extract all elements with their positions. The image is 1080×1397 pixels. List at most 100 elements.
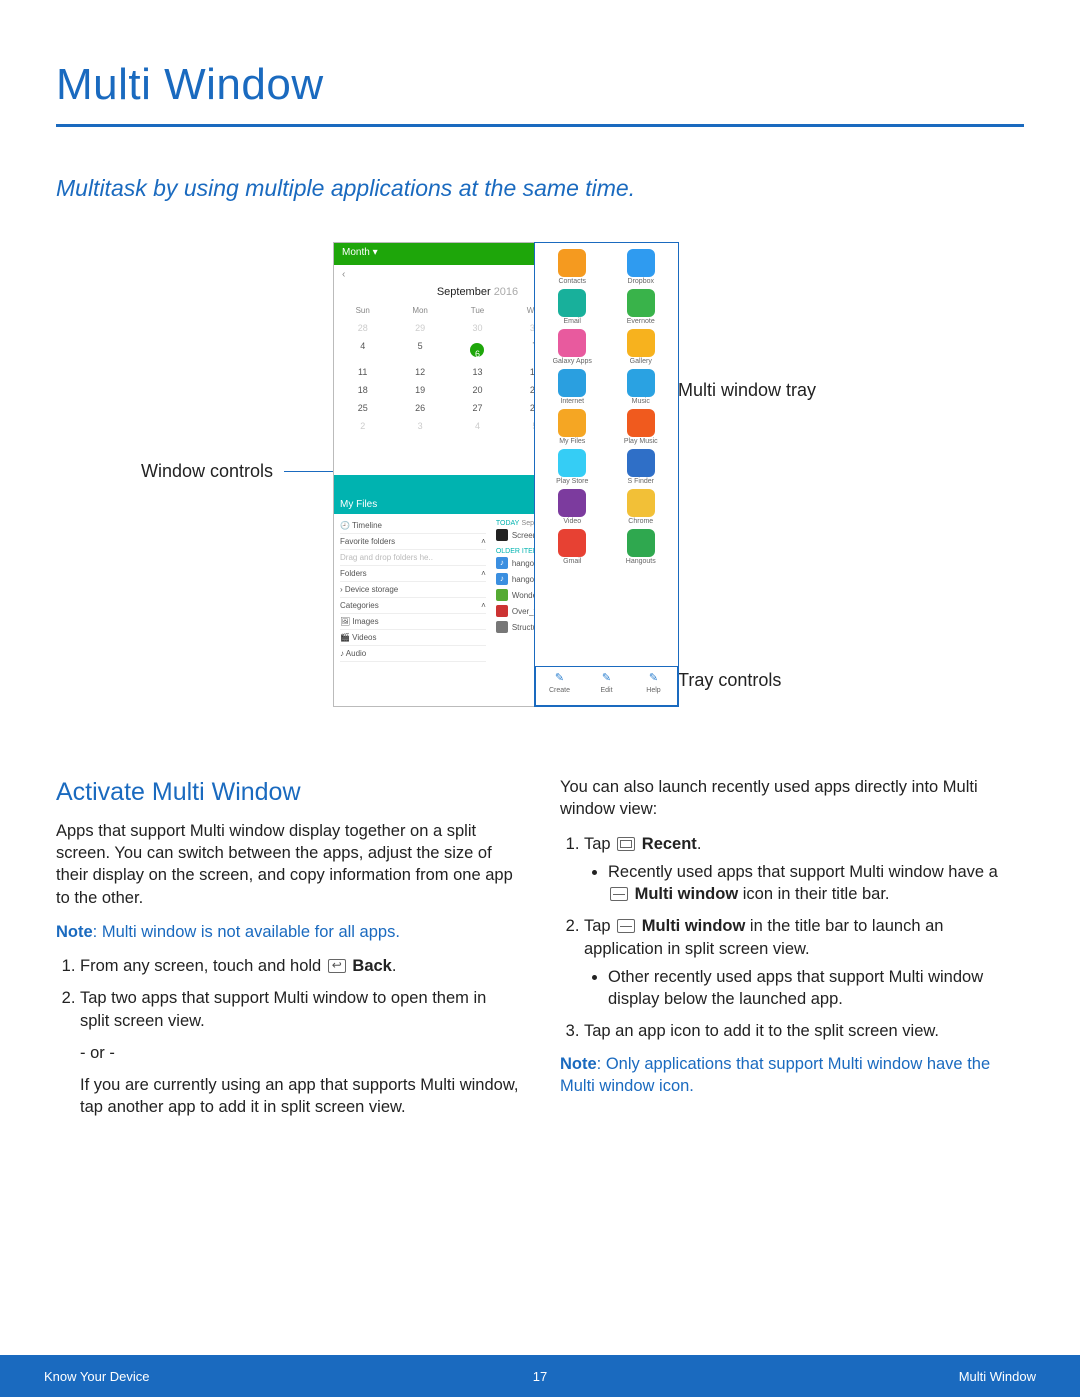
tray-app: Gmail	[539, 527, 606, 565]
note: Note: Only applications that support Mul…	[560, 1053, 1024, 1098]
cal-year: 2016	[494, 286, 518, 298]
cal-day-header: Sun	[334, 302, 391, 319]
tray-help: Help	[630, 667, 677, 705]
cal-cell: 29	[391, 319, 448, 337]
list-item: Tap Recent. Recently used apps that supp…	[584, 833, 1024, 906]
note-label: Note	[560, 1055, 597, 1073]
or-separator: - or -	[80, 1042, 520, 1064]
tray-app: Internet	[539, 367, 606, 405]
files-nav-row: Categories˄	[340, 598, 486, 614]
files-nav-row: Folders˄	[340, 566, 486, 582]
note-label: Note	[56, 923, 93, 941]
step-text: From any screen, touch and hold	[80, 957, 326, 975]
cal-cell: 13	[449, 363, 506, 381]
title-rule	[56, 124, 1024, 127]
tray-app: Contacts	[539, 247, 606, 285]
section-heading: Activate Multi Window	[56, 776, 520, 810]
step-bold: Recent	[642, 835, 697, 853]
step-text: Tap	[584, 835, 615, 853]
subtitle: Multitask by using multiple applications…	[56, 175, 1024, 202]
callout-tray-controls: Tray controls	[678, 670, 781, 691]
cal-cell: 11	[334, 363, 391, 381]
tray-app: Dropbox	[608, 247, 675, 285]
multi-window-icon	[617, 919, 635, 933]
cal-cell: 18	[334, 381, 391, 399]
right-column: You can also launch recently used apps d…	[560, 776, 1024, 1131]
tray-app: Play Store	[539, 447, 606, 485]
note: Note: Multi window is not available for …	[56, 921, 520, 943]
list-item: Tap two apps that support Multi window t…	[80, 987, 520, 1118]
cal-cell: 30	[449, 319, 506, 337]
list-item: Recently used apps that support Multi wi…	[608, 861, 1024, 906]
step-text: icon in their title bar.	[738, 885, 889, 903]
tray-app: Video	[539, 487, 606, 525]
left-column: Activate Multi Window Apps that support …	[56, 776, 520, 1131]
paragraph: Apps that support Multi window display t…	[56, 820, 520, 909]
list-item: Tap Multi window in the title bar to lau…	[584, 915, 1024, 1010]
note-text: : Multi window is not available for all …	[93, 923, 400, 941]
cal-cell: 25	[334, 399, 391, 417]
step-text: Tap two apps that support Multi window t…	[80, 989, 486, 1029]
tray-edit: Edit	[583, 667, 630, 705]
step-text: Tap	[584, 917, 615, 935]
tray-app: My Files	[539, 407, 606, 445]
callout-multi-window-tray: Multi window tray	[678, 380, 816, 401]
cal-cell: 26	[391, 399, 448, 417]
multi-window-icon	[610, 887, 628, 901]
cal-cell: 12	[391, 363, 448, 381]
files-nav-row: › Device storage	[340, 582, 486, 598]
tray-app: S Finder	[608, 447, 675, 485]
steps-list: From any screen, touch and hold Back. Ta…	[56, 955, 520, 1119]
cal-cell: 19	[391, 381, 448, 399]
files-nav-row: 🖼 Images	[340, 614, 486, 630]
sub-list: Other recently used apps that support Mu…	[584, 966, 1024, 1011]
step-bold: Multi window	[635, 885, 739, 903]
tray-grid: ContactsDropboxEmailEvernoteGalaxy AppsG…	[539, 247, 674, 565]
step-text: .	[392, 957, 397, 975]
body-columns: Activate Multi Window Apps that support …	[56, 776, 1024, 1131]
cal-cell: 6	[449, 337, 506, 363]
page-title: Multi Window	[56, 60, 1024, 110]
files-nav-row: Favorite folders˄	[340, 534, 486, 550]
step-text: If you are currently using an app that s…	[80, 1074, 520, 1119]
step-text: .	[697, 835, 702, 853]
cal-cell: 27	[449, 399, 506, 417]
cal-cell: 3	[391, 417, 448, 435]
note-text: : Only applications that support Multi w…	[560, 1055, 990, 1095]
cal-month-name: September	[437, 286, 491, 298]
tray-app: Music	[608, 367, 675, 405]
list-item: Other recently used apps that support Mu…	[608, 966, 1024, 1011]
label-today: TODAY	[496, 520, 519, 527]
tray-app: Chrome	[608, 487, 675, 525]
cal-cell: 20	[449, 381, 506, 399]
cal-cell: 4	[334, 337, 391, 363]
tray-app: Hangouts	[608, 527, 675, 565]
list-item: From any screen, touch and hold Back.	[80, 955, 520, 977]
cal-prev-icon: ‹	[342, 269, 345, 280]
files-nav-row: 🕘 Timeline	[340, 518, 486, 534]
tray-controls: Create Edit Help	[535, 666, 678, 706]
back-icon	[328, 959, 346, 973]
step-bold: Back	[352, 957, 391, 975]
cal-day-header: Mon	[391, 302, 448, 319]
diagram: Window controls Multi window tray Tray c…	[56, 236, 1024, 746]
step-text: in the title bar to launch an applicatio…	[584, 917, 943, 957]
list-item: Tap an app icon to add it to the split s…	[584, 1020, 1024, 1042]
files-nav-row: Drag and drop folders he..	[340, 550, 486, 566]
cal-cell: 4	[449, 417, 506, 435]
sub-list: Recently used apps that support Multi wi…	[584, 861, 1024, 906]
cal-cell: 28	[334, 319, 391, 337]
multi-window-tray: ContactsDropboxEmailEvernoteGalaxy AppsG…	[534, 242, 679, 707]
tray-app: Galaxy Apps	[539, 327, 606, 365]
cal-day-header: Tue	[449, 302, 506, 319]
tray-app: Evernote	[608, 287, 675, 325]
step-bold: Multi window	[642, 917, 746, 935]
steps-list: Tap Recent. Recently used apps that supp…	[560, 833, 1024, 1043]
recent-icon	[617, 837, 635, 851]
tray-app: Play Music	[608, 407, 675, 445]
cal-cell: 2	[334, 417, 391, 435]
paragraph: You can also launch recently used apps d…	[560, 776, 1024, 821]
cal-cell: 5	[391, 337, 448, 363]
step-text: Recently used apps that support Multi wi…	[608, 863, 998, 881]
files-nav-row: 🎬 Videos	[340, 630, 486, 646]
